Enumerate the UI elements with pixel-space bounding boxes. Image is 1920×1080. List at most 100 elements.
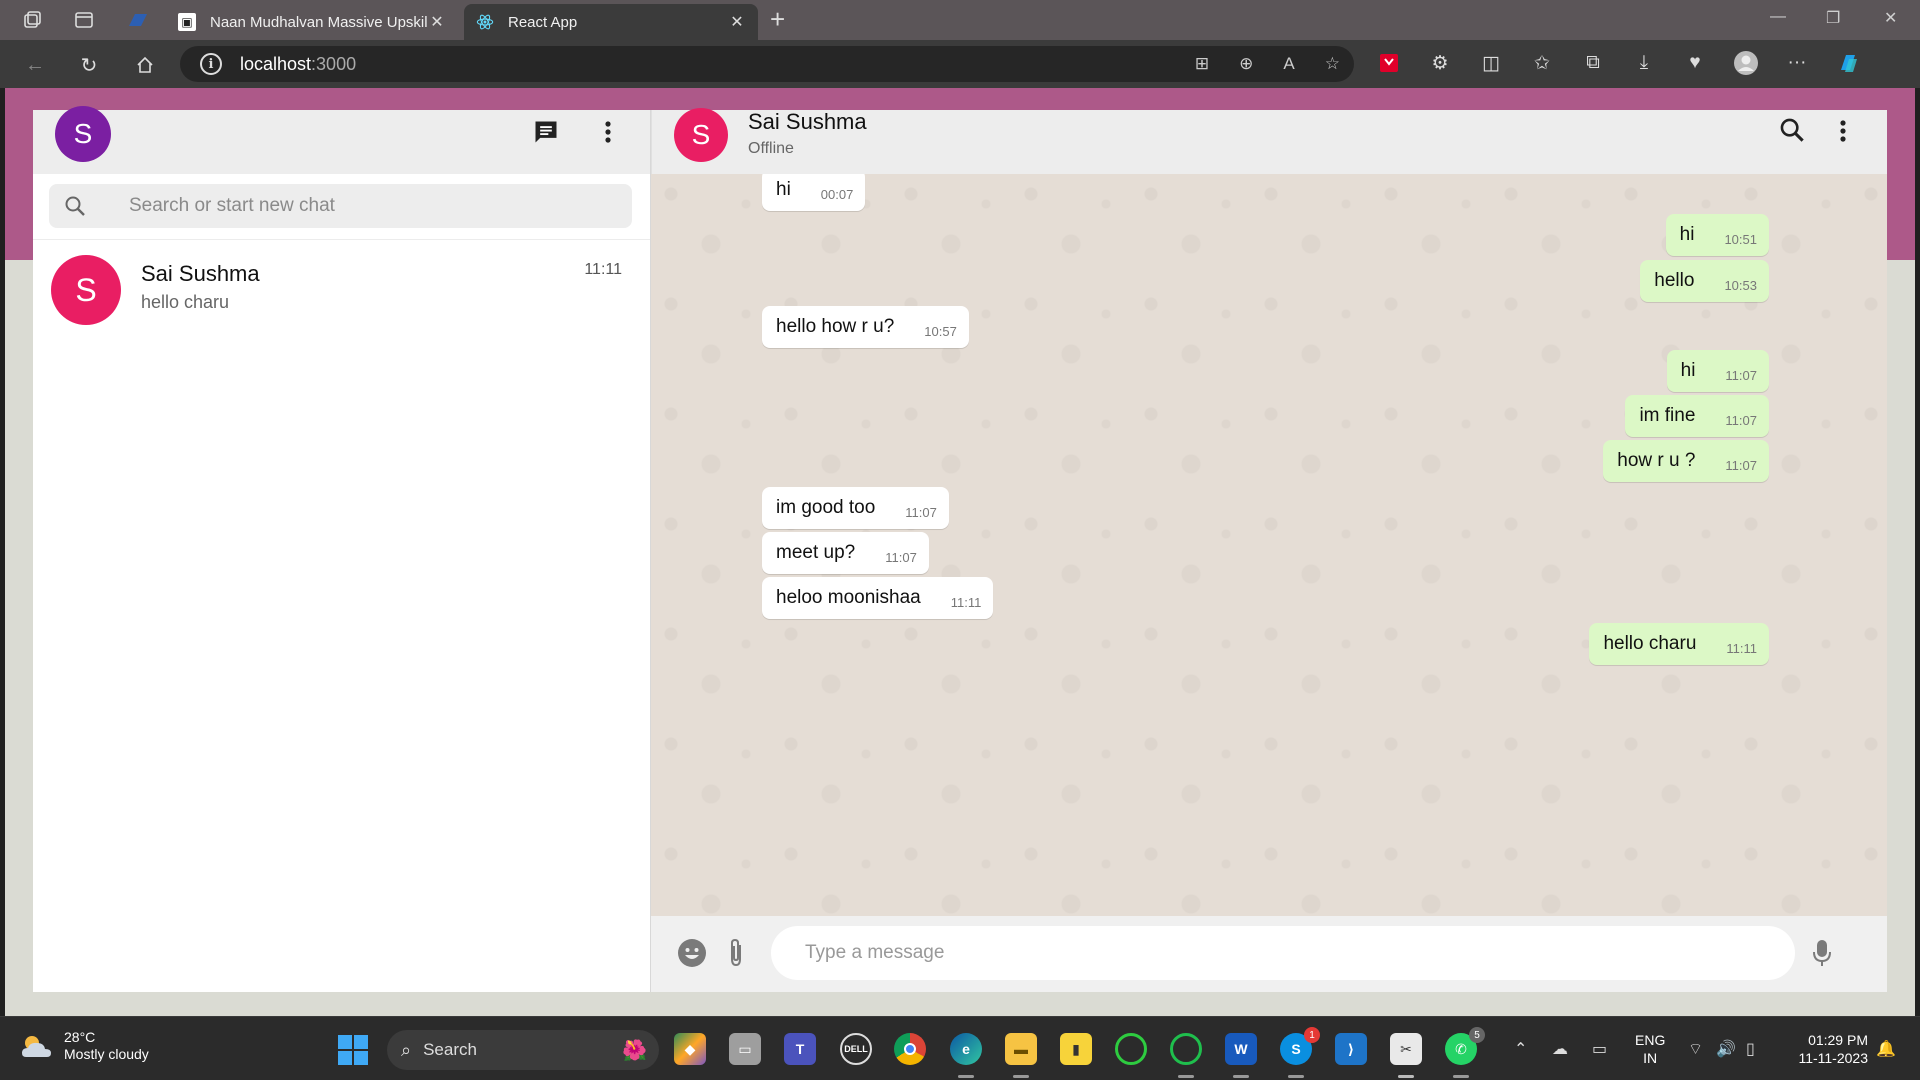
- close-window-icon[interactable]: ✕: [1884, 8, 1897, 28]
- tab-close-icon[interactable]: ✕: [728, 12, 746, 32]
- search-box: [49, 184, 632, 228]
- more-options-icon[interactable]: ···: [1784, 50, 1810, 76]
- snipping-tool-icon[interactable]: ✂: [1390, 1033, 1422, 1065]
- message-incoming[interactable]: meet up? 11:07: [762, 532, 929, 574]
- app-running-indicator: [1178, 1075, 1194, 1078]
- page-viewport: S Search or start new chat S Sai Sushma …: [5, 88, 1915, 1016]
- search-input[interactable]: [129, 195, 569, 217]
- green-ring-app-icon-2[interactable]: [1170, 1033, 1202, 1065]
- file-explorer-icon[interactable]: ▬: [1005, 1033, 1037, 1065]
- address-bar[interactable]: i localhost:3000 ⊞ ⊕ A ☆: [180, 46, 1354, 82]
- task-view-icon[interactable]: ▭: [729, 1033, 761, 1065]
- downloads-icon[interactable]: ⤓: [1631, 50, 1657, 76]
- home-icon[interactable]: [132, 52, 158, 78]
- contact-status: Offline: [748, 140, 794, 157]
- new-tab-icon[interactable]: +: [770, 6, 785, 32]
- weather-widget[interactable]: 28°C Mostly cloudy: [20, 1029, 149, 1063]
- chat-list-item[interactable]: S Sai Sushma hello charu 11:11: [33, 240, 650, 344]
- taskbar-search-label: Search: [423, 1040, 477, 1059]
- taskbar-search[interactable]: ⌕ Search 🌺: [387, 1030, 659, 1070]
- split-screen-icon[interactable]: ◫: [1478, 50, 1504, 76]
- message-incoming[interactable]: im good too 11:07: [762, 487, 949, 529]
- dell-app-icon[interactable]: DELL: [840, 1033, 872, 1065]
- pinned-tab-icon[interactable]: [126, 8, 150, 32]
- workspaces-icon[interactable]: [20, 8, 44, 32]
- app-running-indicator: [1233, 1075, 1249, 1078]
- tab-react-app[interactable]: React App ✕: [464, 4, 758, 40]
- restore-icon[interactable]: ❐: [1826, 8, 1840, 28]
- message-outgoing[interactable]: hi 10:51: [1665, 214, 1769, 256]
- green-ring-app-icon[interactable]: [1115, 1033, 1147, 1065]
- edge-app-icon[interactable]: e: [950, 1033, 982, 1065]
- menu-dots-icon[interactable]: [604, 118, 612, 151]
- new-chat-icon[interactable]: [532, 118, 560, 151]
- user-avatar[interactable]: S: [55, 106, 111, 162]
- display-icon[interactable]: ▭: [1592, 1039, 1607, 1059]
- message-text: hello: [1654, 270, 1695, 291]
- copilot-icon[interactable]: [1835, 50, 1861, 76]
- sticky-notes-icon[interactable]: ▮: [1060, 1033, 1092, 1065]
- microphone-icon[interactable]: [1805, 936, 1839, 970]
- whatsapp-app-icon[interactable]: ✆ 5: [1445, 1027, 1485, 1065]
- tab-actions-icon[interactable]: [72, 8, 96, 32]
- read-aloud-icon[interactable]: A: [1283, 54, 1294, 74]
- word-app-icon[interactable]: W: [1225, 1033, 1257, 1065]
- message-outgoing[interactable]: hello charu 11:11: [1589, 623, 1769, 665]
- extension-shield-icon[interactable]: [1376, 50, 1402, 76]
- show-hidden-icons-chevron-icon[interactable]: ⌃: [1514, 1039, 1527, 1059]
- copilot-pre-app-icon[interactable]: ◆: [674, 1033, 706, 1065]
- message-incoming[interactable]: hello how r u? 10:57: [762, 306, 969, 348]
- vscode-app-icon[interactable]: ⟩: [1335, 1033, 1367, 1065]
- message-outgoing[interactable]: hi 11:07: [1666, 350, 1769, 392]
- site-info-icon[interactable]: i: [200, 53, 222, 75]
- favorites-icon[interactable]: ✩: [1529, 50, 1555, 76]
- profile-avatar-icon[interactable]: [1733, 50, 1759, 76]
- windows-start-icon[interactable]: [338, 1035, 368, 1065]
- tab-close-icon[interactable]: ✕: [428, 12, 446, 32]
- emoji-icon[interactable]: [675, 936, 709, 970]
- message-text: heloo moonishaa: [776, 587, 921, 608]
- volume-icon[interactable]: 🔊: [1716, 1039, 1736, 1059]
- app-running-indicator: [1453, 1075, 1469, 1078]
- message-outgoing[interactable]: im fine 11:07: [1625, 395, 1769, 437]
- app-available-icon[interactable]: ⊞: [1195, 54, 1209, 74]
- address-url: localhost:3000: [240, 53, 357, 74]
- message-incoming[interactable]: hi 00:07: [762, 174, 866, 211]
- message-incoming[interactable]: heloo moonishaa 11:11: [762, 577, 994, 619]
- message-text: hi: [1679, 224, 1695, 245]
- wifi-icon[interactable]: ⌔: [1688, 1039, 1703, 1059]
- message-time: 10:53: [1724, 277, 1757, 293]
- message-time: 11:07: [1725, 457, 1757, 473]
- collections-icon[interactable]: ⧉: [1580, 50, 1606, 76]
- message-time: 10:51: [1724, 231, 1757, 247]
- performance-icon[interactable]: ♥: [1682, 50, 1708, 76]
- attach-icon[interactable]: [719, 936, 753, 970]
- favorite-star-icon[interactable]: ☆: [1325, 54, 1340, 74]
- battery-icon[interactable]: ▯: [1746, 1039, 1755, 1059]
- tab-title: Naan Mudhalvan Massive Upskil: [210, 13, 428, 31]
- zoom-icon[interactable]: ⊕: [1239, 54, 1253, 74]
- message-text: im fine: [1639, 405, 1696, 426]
- system-clock[interactable]: 01:29 PM 11-11-2023: [1784, 1031, 1868, 1067]
- refresh-icon[interactable]: ↻: [76, 52, 102, 78]
- tab-naan-mudhalvan[interactable]: ▣ Naan Mudhalvan Massive Upskil ✕: [166, 4, 458, 40]
- minimize-icon[interactable]: —: [1770, 8, 1786, 26]
- chat-app: S Search or start new chat S Sai Sushma …: [33, 106, 1887, 992]
- onedrive-icon[interactable]: ☁: [1552, 1039, 1568, 1059]
- contact-avatar[interactable]: S: [674, 108, 728, 162]
- back-icon[interactable]: ←: [22, 52, 48, 78]
- chrome-app-icon[interactable]: [894, 1033, 926, 1065]
- language-indicator[interactable]: ENG IN: [1635, 1031, 1665, 1067]
- search-icon[interactable]: [1779, 117, 1805, 150]
- extensions-icon[interactable]: ⚙: [1427, 50, 1453, 76]
- app-running-indicator: [1013, 1075, 1029, 1078]
- notifications-bell-icon[interactable]: 🔔: [1876, 1039, 1896, 1059]
- conversation-header: S Sai Sushma Offline: [651, 108, 1887, 174]
- message-input[interactable]: [771, 926, 1795, 980]
- skype-app-icon[interactable]: S1: [1280, 1027, 1320, 1065]
- cloudy-weather-icon: [20, 1033, 54, 1059]
- menu-dots-icon[interactable]: [1839, 117, 1847, 150]
- message-outgoing[interactable]: hello 10:53: [1640, 260, 1769, 302]
- message-outgoing[interactable]: how r u ? 11:07: [1603, 440, 1769, 482]
- teams-app-icon[interactable]: T: [784, 1033, 816, 1065]
